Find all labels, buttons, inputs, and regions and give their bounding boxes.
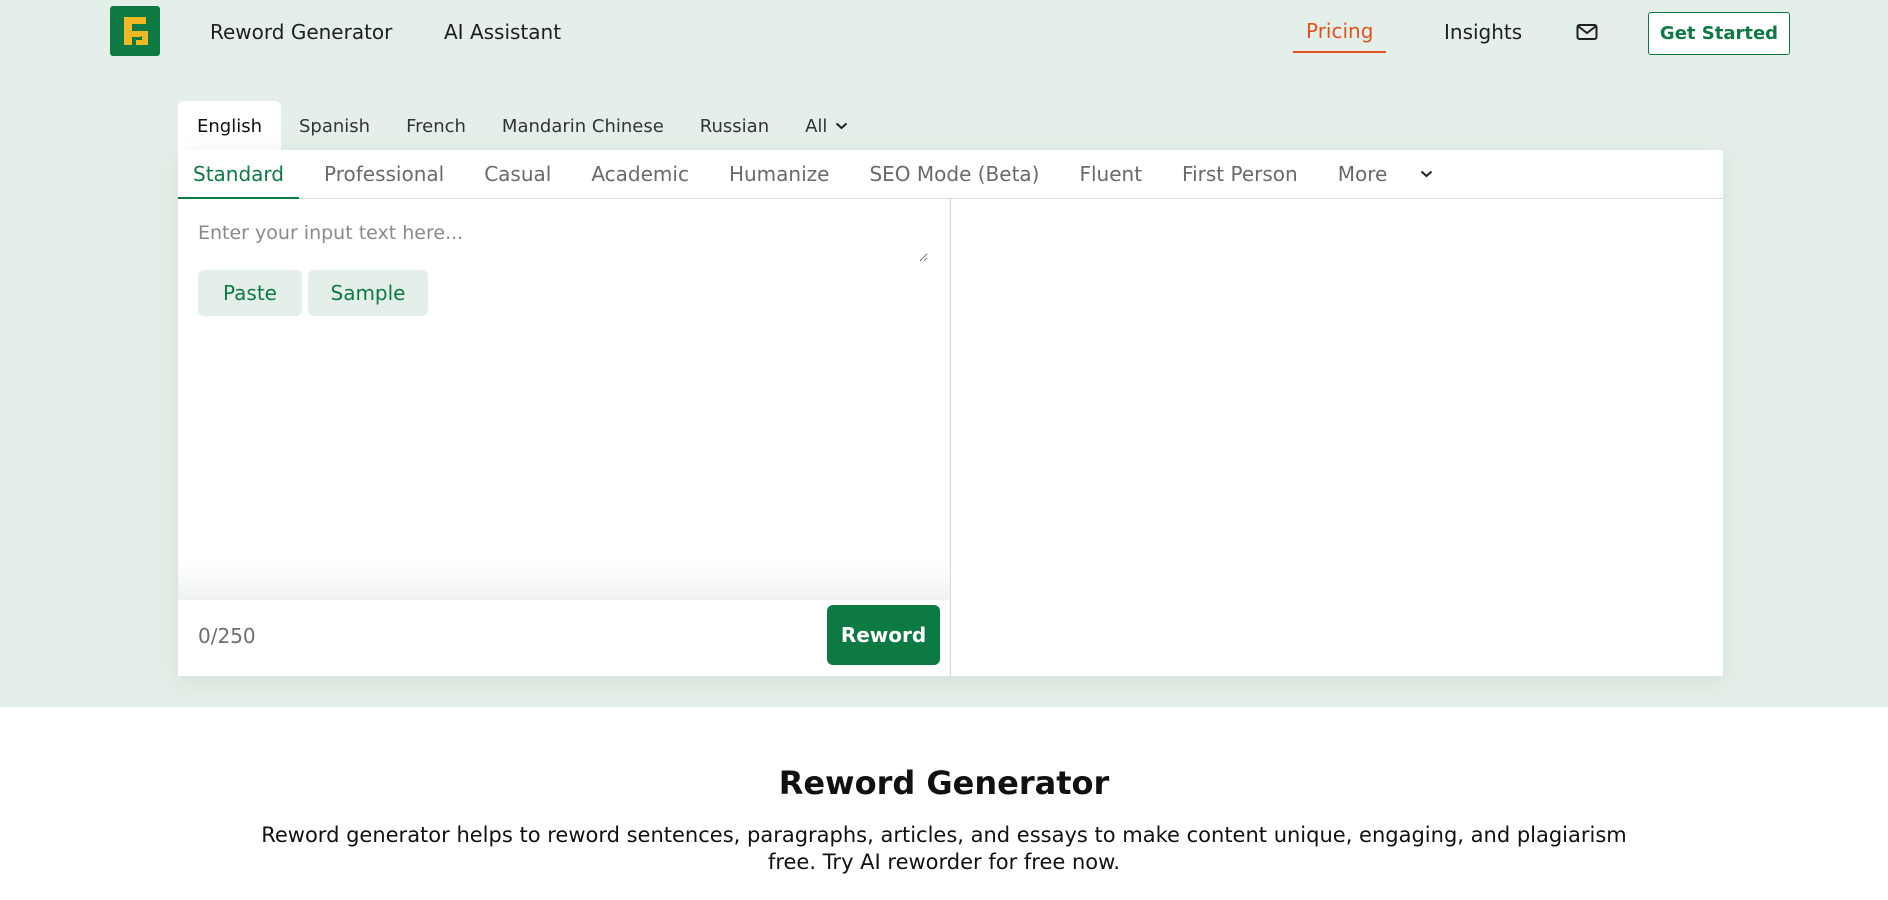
input-text-area[interactable] [198, 222, 928, 262]
page-description: Reword generator helps to reword sentenc… [261, 823, 1627, 874]
reword-button[interactable]: Reword [827, 605, 940, 665]
sample-button[interactable]: Sample [308, 270, 428, 316]
mode-tab-standard[interactable]: Standard [178, 150, 299, 199]
lang-tab-french[interactable]: French [388, 101, 484, 151]
language-tabs: English Spanish French Mandarin Chinese … [178, 101, 866, 151]
nav-insights[interactable]: Insights [1444, 20, 1522, 44]
mode-tab-academic[interactable]: Academic [576, 150, 704, 198]
paste-button[interactable]: Paste [198, 270, 302, 316]
mode-tab-professional[interactable]: Professional [309, 150, 459, 198]
lang-tab-label: English [197, 115, 262, 137]
mail-icon[interactable] [1576, 23, 1598, 41]
nav-pricing[interactable]: Pricing [1293, 19, 1387, 53]
lang-tab-all[interactable]: All [787, 101, 866, 151]
mode-tab-casual[interactable]: Casual [469, 150, 566, 198]
lang-tab-label: French [406, 115, 466, 137]
lang-tab-label: Mandarin Chinese [501, 115, 664, 137]
lang-tab-label: Spanish [299, 115, 371, 137]
character-counter: 0/250 [198, 624, 256, 648]
lang-tab-mandarin-chinese[interactable]: Mandarin Chinese [484, 101, 682, 151]
lang-tab-label: Russian [699, 115, 770, 137]
hero-section: Reword Generator AI Assistant Pricing In… [0, 0, 1888, 707]
logo-mark-icon [124, 17, 148, 45]
lang-tab-label: All [805, 115, 828, 137]
mode-tab-seo-mode[interactable]: SEO Mode (Beta) [854, 150, 1054, 198]
lang-tab-english[interactable]: English [178, 101, 281, 151]
mode-tabs: Standard Professional Casual Academic Hu… [178, 150, 1723, 199]
mode-tab-first-person[interactable]: First Person [1167, 150, 1313, 198]
input-fade-overlay [178, 562, 950, 600]
page-title: Reword Generator [778, 764, 1110, 802]
nav-ai-assistant[interactable]: AI Assistant [444, 20, 561, 44]
get-started-button[interactable]: Get Started [1648, 12, 1790, 55]
lang-tab-spanish[interactable]: Spanish [281, 101, 388, 151]
mode-tab-fluent[interactable]: Fluent [1064, 150, 1157, 198]
lang-tab-russian[interactable]: Russian [682, 101, 787, 151]
more-modes-toggle[interactable] [1402, 150, 1447, 198]
mode-tab-more[interactable]: More [1323, 150, 1403, 198]
chevron-down-icon [836, 122, 848, 130]
chevron-down-icon [1421, 170, 1433, 178]
site-logo[interactable] [110, 6, 160, 56]
reword-card: Standard Professional Casual Academic Hu… [178, 150, 1723, 676]
mode-tab-humanize[interactable]: Humanize [714, 150, 845, 198]
output-pane [951, 199, 1723, 676]
nav-reword-generator[interactable]: Reword Generator [210, 20, 392, 44]
